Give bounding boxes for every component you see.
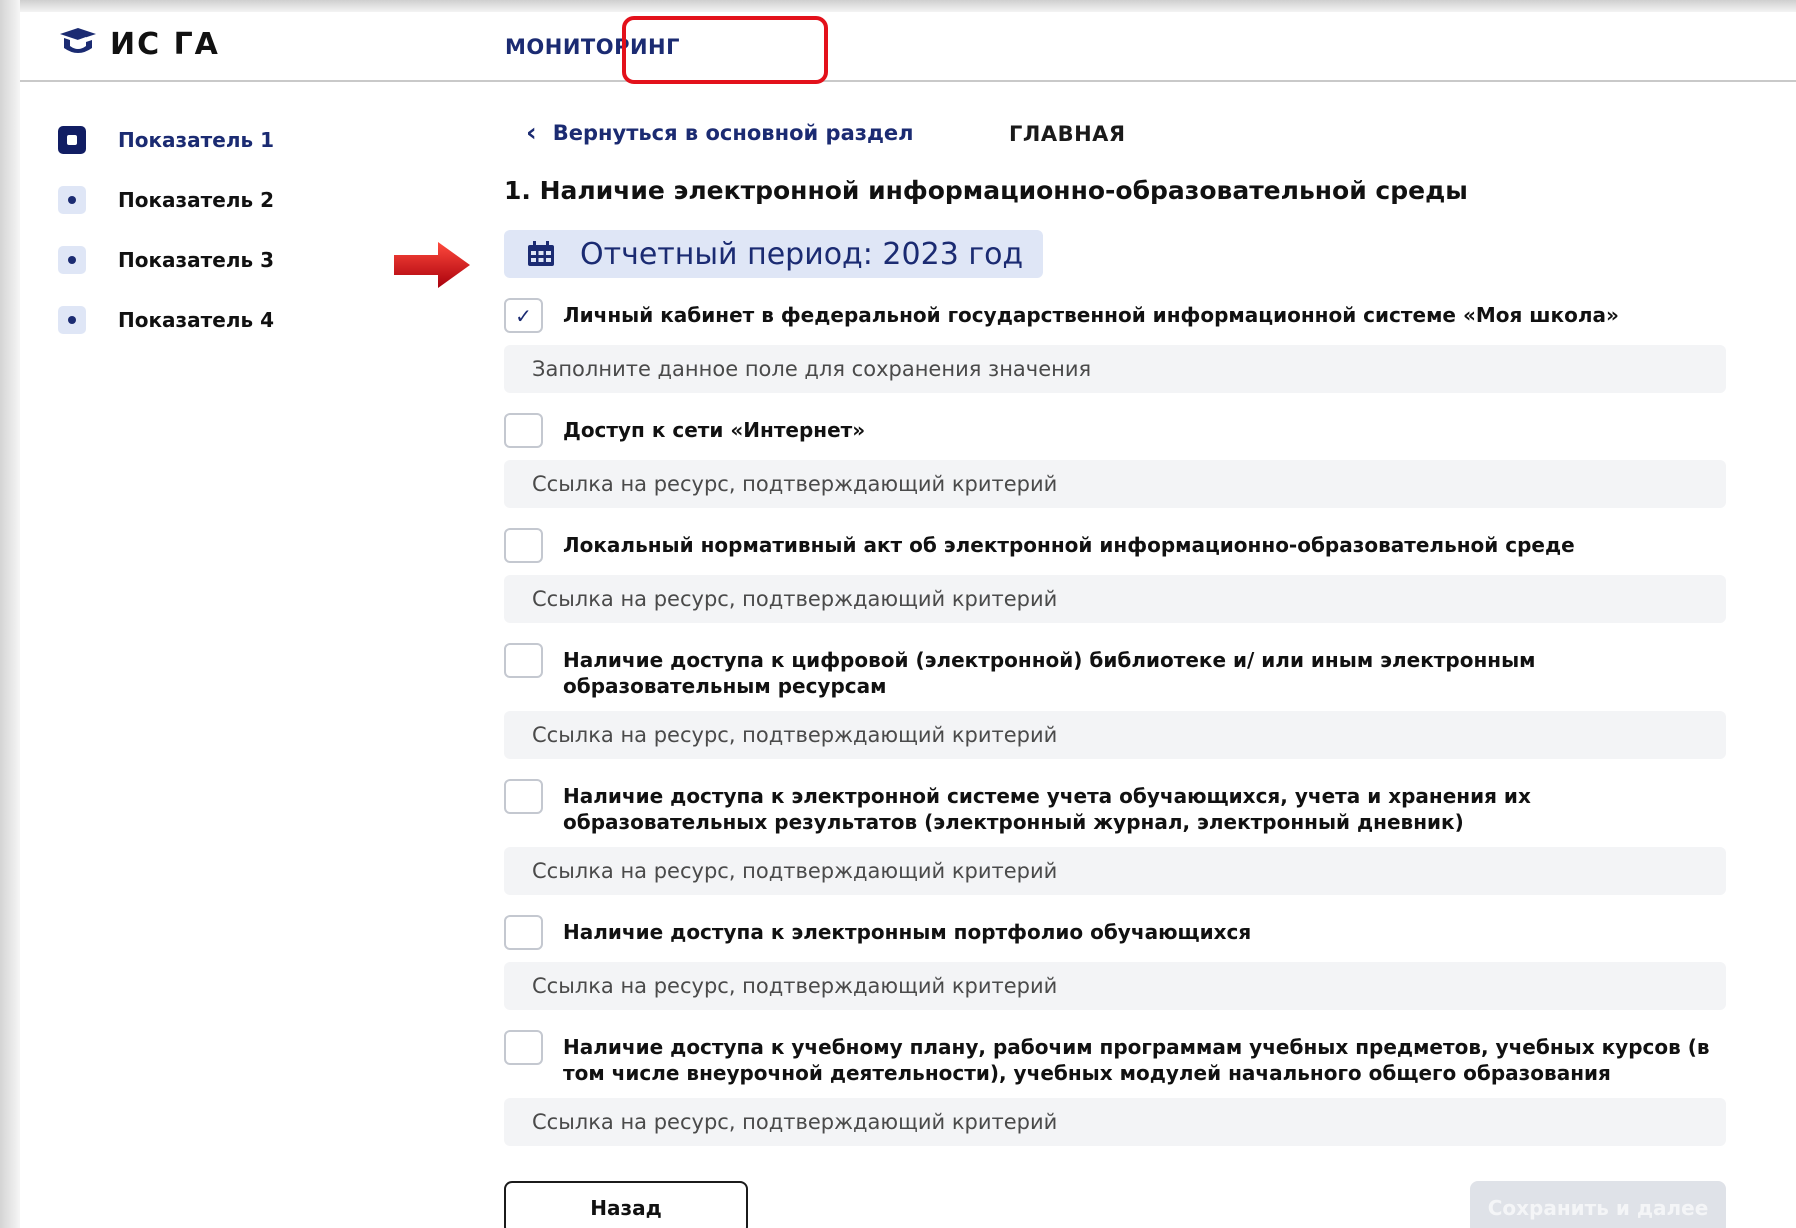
active-marker-icon (58, 126, 86, 154)
criterion-link-input[interactable] (504, 345, 1726, 393)
save-and-next-button[interactable]: Сохранить и далее (1470, 1181, 1726, 1228)
top-header: ИС ГА ГЛАВНАЯ МОНИТОРИНГ (20, 12, 1796, 146)
sidebar-item-indicator-4[interactable]: Показатель 4 (58, 290, 378, 350)
criterion-label: Локальный нормативный акт об электронной… (563, 533, 1575, 557)
criterion-link-input[interactable] (504, 1098, 1726, 1146)
criterion-item: Доступ к сети «Интернет» (504, 413, 1726, 508)
criterion-item: Локальный нормативный акт об электронной… (504, 528, 1726, 623)
sidebar-item-label: Показатель 4 (118, 308, 274, 332)
criterion-label: Наличие доступа к электронным портфолио … (563, 920, 1252, 944)
criteria-list: ✓ Личный кабинет в федеральной государст… (504, 298, 1726, 1146)
section-title: 1. Наличие электронной информационно-обр… (504, 175, 1468, 205)
reporting-period-text: Отчетный период: 2023 год (580, 236, 1024, 272)
criterion-checkbox[interactable] (504, 643, 543, 678)
criterion-checkbox[interactable] (504, 413, 543, 448)
criterion-link-input[interactable] (504, 460, 1726, 508)
reporting-period-badge: Отчетный период: 2023 год (504, 230, 1044, 278)
logo-icon (60, 28, 96, 53)
sidebar-item-label: Показатель 2 (118, 188, 274, 212)
logo[interactable]: ИС ГА (56, 26, 220, 62)
back-link-label: Вернуться в основной раздел (552, 121, 914, 145)
criterion-checkbox[interactable] (504, 1030, 543, 1065)
chevron-left-icon: ‹ (526, 118, 537, 148)
criterion-item: Наличие доступа к электронной системе уч… (504, 779, 1726, 895)
criterion-checkbox[interactable]: ✓ (504, 298, 543, 333)
criterion-link-input[interactable] (504, 575, 1726, 623)
dot-marker-icon (58, 246, 86, 274)
criterion-link-input[interactable] (504, 962, 1726, 1010)
criterion-label: Наличие доступа к электронной системе уч… (563, 784, 1531, 834)
logo-text: ИС ГА (110, 26, 220, 62)
criterion-label: Доступ к сети «Интернет» (563, 418, 866, 442)
sidebar-item-label: Показатель 3 (118, 248, 274, 272)
criterion-checkbox[interactable] (504, 779, 543, 814)
screenshot-shadow-top (0, 0, 1796, 12)
criterion-link-input[interactable] (504, 711, 1726, 759)
criterion-label: Наличие доступа к учебному плану, рабочи… (563, 1035, 1710, 1085)
criterion-link-input[interactable] (504, 847, 1726, 895)
monitoring-highlight-frame (622, 16, 828, 84)
calendar-icon (528, 241, 554, 266)
criterion-item: Наличие доступа к цифровой (электронной)… (504, 643, 1726, 759)
sidebar-item-indicator-3[interactable]: Показатель 3 (58, 230, 378, 290)
back-to-main-link[interactable]: ‹ Вернуться в основной раздел (526, 110, 1726, 156)
sidebar-item-indicator-1[interactable]: Показатель 1 (58, 110, 378, 170)
red-arrow-icon (394, 242, 470, 288)
criterion-item: Наличие доступа к электронным портфолио … (504, 915, 1726, 1010)
criterion-label: Личный кабинет в федеральной государстве… (563, 303, 1619, 327)
criterion-item: ✓ Личный кабинет в федеральной государст… (504, 298, 1726, 393)
criterion-checkbox[interactable] (504, 528, 543, 563)
back-button[interactable]: Назад (504, 1181, 748, 1228)
sidebar: Показатель 1 Показатель 2 Показатель 3 П… (58, 110, 378, 350)
form-actions: Назад Сохранить и далее (504, 1181, 1726, 1228)
screenshot-shadow-left (0, 0, 20, 1228)
criterion-checkbox[interactable] (504, 915, 543, 950)
sidebar-item-label: Показатель 1 (118, 128, 274, 152)
main-content: ‹ Вернуться в основной раздел 1. Наличие… (504, 110, 1726, 1146)
criterion-item: Наличие доступа к учебному плану, рабочи… (504, 1030, 1726, 1146)
dot-marker-icon (58, 186, 86, 214)
sidebar-item-indicator-2[interactable]: Показатель 2 (58, 170, 378, 230)
checkmark-icon: ✓ (515, 303, 532, 328)
criterion-label: Наличие доступа к цифровой (электронной)… (563, 648, 1536, 698)
dot-marker-icon (58, 306, 86, 334)
